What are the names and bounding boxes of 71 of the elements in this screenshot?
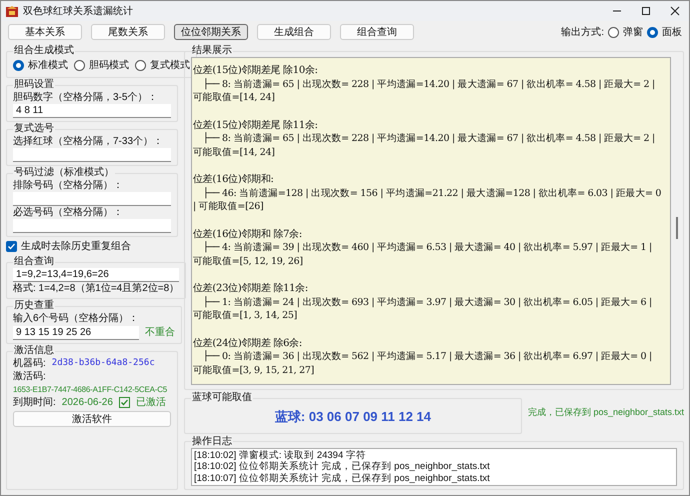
field-label: 选择红球（空格分隔，7-33个）：: [13, 135, 164, 148]
log-line: [18:10:02] 位位邻期关系统计 完成，已保存到 pos_neighbor_stats.txt: [194, 461, 491, 472]
status-message: 完成，已保存到 pos_neighbor_stats.txt: [528, 406, 684, 419]
result-line: ├── 0: 当前遗漏= 36 | 出现次数= 562 | 平均遗漏= 5.17 | 最大遗漏= 36 | 欲出机率= 6.97 | 距最大= 0 |: [202, 350, 653, 364]
expiry-label: 到期时间:: [13, 396, 56, 409]
possible-values-text: 蓝球: 03 06 07 09 11 12 14: [274, 408, 432, 426]
checkbox[interactable]: [6, 241, 17, 252]
close-icon: [670, 6, 680, 16]
radio-option[interactable]: 面板: [647, 24, 682, 40]
result-heading: 位差(23位)邻期差 除11余:: [193, 282, 309, 296]
result-heading: 位差(24位)邻期差 除6余:: [193, 336, 303, 350]
result-line: ├── 8: 当前遗漏= 65 | 出现次数= 228 | 平均遗漏=14.20 | 最大遗漏= 67 | 欲出机率= 4.58 | 距最大= 2 |: [202, 78, 656, 91]
input-field[interactable]: [13, 192, 171, 206]
tab[interactable]: 生成组合: [257, 24, 331, 40]
result-line: ├── 1: 当前遗漏= 24 | 出现次数= 693 | 平均遗漏= 3.97 | 最大遗漏= 30 | 欲出机率= 6.05 | 距最大= 6 |: [202, 296, 653, 309]
activation-code-label: 激活码:: [13, 370, 47, 383]
group-title: 结果展示: [191, 45, 233, 57]
group-title: 号码过滤（标准模式）: [13, 167, 115, 179]
result-line: ├── 8: 当前遗漏= 65 | 出现次数= 228 | 平均遗漏=14.20 | 最大遗漏= 67 | 欲出机率= 4.58 | 距最大= 2 |: [202, 132, 656, 146]
log-line: [18:10:07] 位位邻期关系统计 完成，已保存到 pos_neighbor_stats.txt: [194, 472, 491, 484]
field-label: 必选号码（空格分隔）：: [13, 206, 124, 219]
radio-option[interactable]: 标准模式: [13, 58, 68, 73]
check-result: 不重合: [145, 326, 175, 340]
tab[interactable]: 组合查询: [340, 24, 414, 40]
group-title: 激活信息: [13, 345, 55, 357]
field-label: 排除号码（空格分隔）：: [13, 179, 124, 192]
activation-code: 1653-E1B7-7447-4686-A1FF-C142-5CEA-C5: [13, 384, 168, 396]
group-title: 胆码设置: [13, 79, 55, 91]
tab[interactable]: 尾数关系: [91, 24, 165, 40]
tab[interactable]: 基本关系: [8, 24, 82, 40]
output-mode-label: 输出方式:: [561, 26, 604, 40]
input-field[interactable]: [13, 148, 171, 162]
result-heading: 位差(15位)邻期差尾 除10余:: [193, 64, 319, 78]
activated-checkbox[interactable]: [118, 397, 130, 408]
result-line: 可能取值=[1, 3, 14, 25]: [193, 309, 298, 322]
expiry-date: 2026-06-26: [62, 396, 113, 409]
group-title: 复式选号: [13, 123, 55, 135]
result-line: 可能取值=[14, 24]: [193, 146, 276, 159]
activate-button[interactable]: 激活软件: [13, 411, 171, 427]
field-label: 输入6个号码（空格分隔）：: [13, 312, 140, 325]
app-icon: [6, 5, 18, 17]
group-title: 蓝球可能取值: [191, 392, 253, 404]
result-heading: 位差(15位)邻期差尾 除11余:: [193, 118, 319, 132]
result-line: 可能取值=[5, 12, 19, 26]: [193, 254, 304, 268]
group-title: 组合查询: [13, 256, 55, 268]
result-line: 可能取值=[3, 9, 15, 21, 27]: [193, 364, 315, 377]
log-line: [18:10:02] 弹窗模式: 读取到 24394 字符: [194, 450, 367, 461]
result-heading: 位差(16位)邻期和 除7余:: [193, 228, 303, 241]
maximize-icon: [640, 6, 650, 16]
radio-option[interactable]: 弹窗: [608, 24, 643, 40]
result-line: ├── 4: 当前遗漏= 39 | 出现次数= 460 | 平均遗漏= 6.53 | 最大遗漏= 40 | 欲出机率= 5.97 | 距最大= 1 |: [202, 241, 653, 254]
result-line: | 可能取值=[26]: [193, 200, 264, 214]
window-title: 双色球红球关系遗漏统计: [23, 4, 133, 18]
input-field[interactable]: [13, 219, 171, 233]
group-title: 历史查重: [13, 300, 55, 312]
format-hint: 格式: 1=4,2=8（第1位=4且第2位=8）: [13, 282, 180, 295]
input-field[interactable]: 9 13 15 19 25 26: [13, 326, 139, 340]
result-line: 可能取值=[14, 24]: [193, 91, 276, 104]
group-title: 操作日志: [191, 436, 233, 448]
checkbox-label: 生成时去除历史重复组合: [21, 240, 131, 254]
result-heading: 位差(16位)邻期和:: [193, 173, 275, 186]
group-title: 组合生成模式: [13, 45, 75, 57]
radio-option[interactable]: 胆码模式: [74, 58, 129, 73]
activated-label: 已激活: [136, 396, 166, 409]
input-field[interactable]: 4 8 11: [13, 104, 171, 118]
input-field[interactable]: 1=9,2=13,4=19,6=26: [13, 268, 180, 282]
machine-code-label: 机器码:: [13, 357, 46, 370]
tab[interactable]: 位位邻期关系: [174, 24, 248, 40]
field-label: 胆码数字（空格分隔，3-5个）：: [13, 91, 158, 104]
machine-code: 2d38-b36b-64a8-256c: [52, 357, 155, 370]
result-line: ├── 46: 当前遗漏=128 | 出现次数= 156 | 平均遗漏=21.22 | 最大遗漏=128 | 欲出机率= 6.03 | 距最大= 0: [202, 186, 662, 200]
